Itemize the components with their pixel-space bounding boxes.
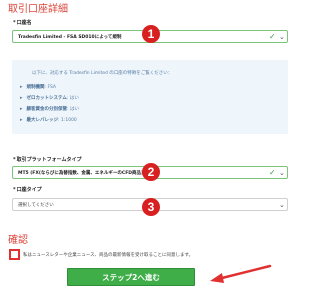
annotation-arrow-icon	[210, 264, 272, 283]
caret-right-icon: ▸	[20, 106, 23, 112]
newsletter-consent-text: 私はニュースレターや企業ニュース、商品の最新情報を受け取ることに同意します。	[23, 253, 194, 258]
account-info-intro: 以下に、対応する Tradesfin Limited の口座の特徴をご覧ください…	[32, 71, 173, 76]
account-name-value: Tradesfin Limited - FSA SD010によって規制	[18, 35, 122, 40]
account-info-panel: 以下に、対応する Tradesfin Limited の口座の特徴をご覧ください…	[12, 60, 288, 134]
account-type-placeholder: 選択してください	[18, 203, 54, 208]
section-title-account-details: 取引口座詳細	[8, 4, 68, 15]
chevron-down-icon: ⌄	[279, 169, 285, 177]
info-item-zero-cut: ▸ ゼロカットシステム: はい	[20, 95, 79, 101]
caret-right-icon: ▸	[20, 117, 23, 123]
platform-label: *取引プラットフォームタイプ	[13, 157, 82, 163]
account-name-label: *口座名	[13, 20, 32, 26]
valid-check-icon: ✓	[269, 168, 276, 177]
annotation-badge-3: 3	[142, 198, 160, 216]
chevron-down-icon: ⌄	[279, 201, 285, 209]
info-item-max-leverage: ▸ 最大レバレッジ: 1:1000	[20, 117, 77, 123]
caret-right-icon: ▸	[20, 95, 23, 101]
section-title-confirm: 確認	[8, 235, 28, 246]
info-item-regulator: ▸ 規制機関: FSA	[20, 84, 56, 90]
chevron-down-icon: ⌄	[279, 33, 285, 41]
platform-value: MT5 (FX(ならびに為替指数、金属、エネルギーのCFD商品)	[18, 171, 144, 176]
next-step-button[interactable]: ステップ2へ進む	[67, 268, 195, 286]
caret-right-icon: ▸	[20, 84, 23, 90]
annotation-badge-1: 1	[142, 25, 160, 43]
valid-check-icon: ✓	[269, 32, 276, 41]
info-item-segregated-funds: ▸ 顧客資金の分別保管: はい	[20, 106, 79, 112]
account-type-label: *口座タイプ	[13, 187, 42, 193]
newsletter-consent-checkbox[interactable]	[9, 249, 20, 260]
annotation-badge-2: 2	[142, 163, 160, 181]
